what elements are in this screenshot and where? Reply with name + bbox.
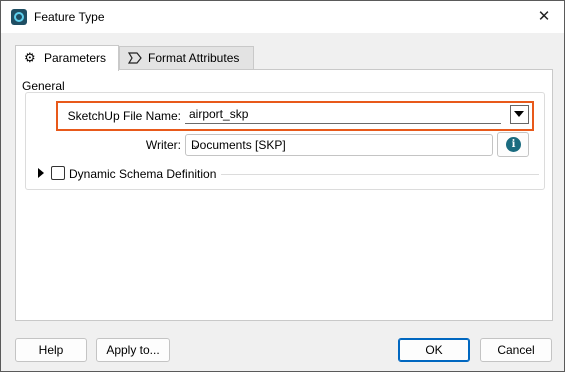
dynamic-schema-label: Dynamic Schema Definition bbox=[69, 167, 217, 181]
file-name-label: SketchUp File Name: bbox=[67, 109, 181, 123]
expand-arrow-icon[interactable] bbox=[38, 168, 44, 178]
help-button[interactable]: Help bbox=[15, 338, 87, 362]
cancel-button[interactable]: Cancel bbox=[480, 338, 552, 362]
info-icon: i bbox=[506, 137, 521, 152]
file-name-field[interactable]: airport_skp bbox=[185, 105, 501, 124]
dynamic-schema-checkbox[interactable] bbox=[51, 166, 65, 180]
tab-parameters[interactable]: ⚙ Parameters bbox=[15, 45, 119, 71]
tab-format-attributes-label: Format Attributes bbox=[148, 51, 240, 65]
apply-to-button[interactable]: Apply to... bbox=[96, 338, 170, 362]
close-icon[interactable]: ✕ bbox=[532, 5, 556, 29]
general-group-label: General bbox=[22, 79, 65, 93]
ok-button[interactable]: OK bbox=[398, 338, 470, 362]
tab-parameters-label: Parameters bbox=[44, 51, 107, 65]
chevron-down-icon: ⌄ bbox=[191, 139, 201, 151]
tab-format-attributes[interactable]: Format Attributes bbox=[119, 46, 254, 69]
window-title: Feature Type bbox=[34, 10, 105, 24]
gear-icon: ⚙ bbox=[24, 50, 36, 65]
divider bbox=[221, 174, 539, 175]
file-name-dropdown-button[interactable] bbox=[510, 105, 529, 124]
chevron-tag-icon bbox=[127, 47, 142, 69]
app-icon bbox=[11, 9, 27, 25]
feature-type-dialog: Feature Type ✕ ⚙ Parameters Format Attri… bbox=[0, 0, 565, 372]
writer-label: Writer: bbox=[145, 138, 181, 152]
info-button[interactable]: i bbox=[497, 132, 529, 157]
writer-select[interactable]: Documents [SKP] ⌄ bbox=[185, 134, 493, 156]
file-name-value: airport_skp bbox=[189, 107, 249, 121]
title-bar: Feature Type ✕ bbox=[1, 1, 564, 33]
